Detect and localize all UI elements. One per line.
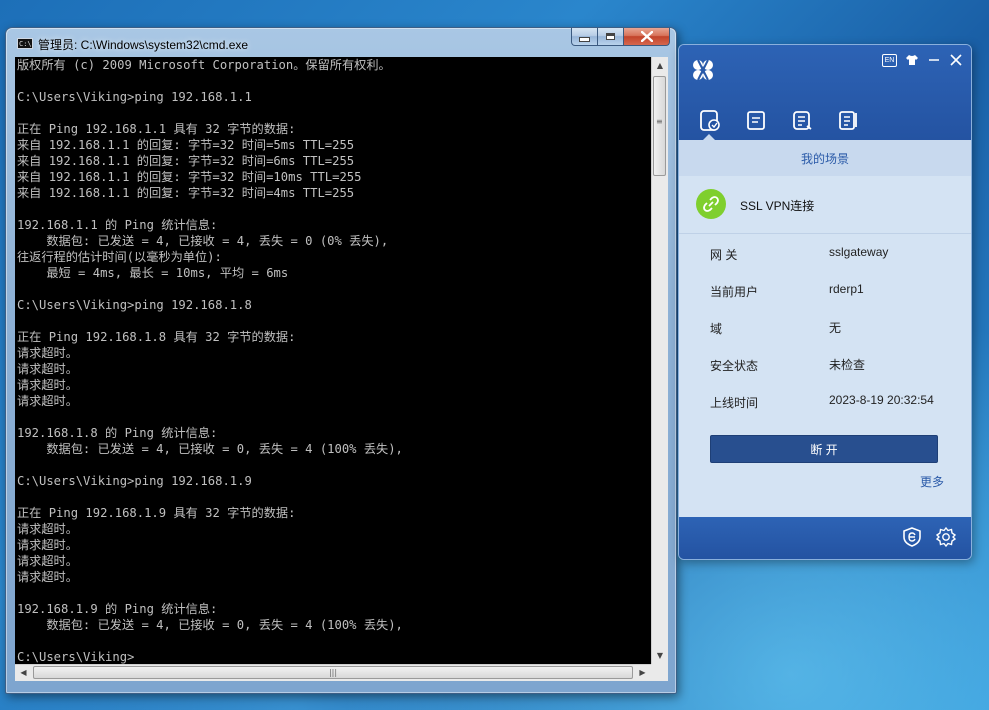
console-line: C:\Users\Viking>ping 192.168.1.9	[17, 474, 252, 488]
tab-resource-icon[interactable]	[743, 108, 769, 134]
console-line: 往返行程的估计时间(以毫秒为单位):	[17, 250, 222, 264]
console-line: 192.168.1.1 的 Ping 统计信息:	[17, 218, 218, 232]
connection-item[interactable]: SSL VPN连接	[679, 176, 971, 234]
scroll-right-icon[interactable]: ▶	[634, 665, 651, 681]
info-value: sslgateway	[829, 245, 889, 259]
cmd-window: C:\ 管理员: C:\Windows\system32\cmd.exe 版权所…	[5, 27, 677, 694]
console-line: 来自 192.168.1.1 的回复: 字节=32 时间=5ms TTL=255	[17, 138, 355, 152]
horizontal-scrollbar[interactable]: ◀ ||| ▶	[15, 664, 651, 681]
language-icon[interactable]: EN	[882, 53, 897, 67]
gear-icon[interactable]	[935, 526, 957, 548]
console-line: 请求超时。	[17, 378, 78, 392]
skin-icon[interactable]	[905, 53, 919, 67]
console-line: 请求超时。	[17, 522, 78, 536]
window-title: 管理员: C:\Windows\system32\cmd.exe	[38, 38, 249, 52]
info-key: 当前用户	[710, 285, 759, 299]
vpn-body: SSL VPN连接 网 关 sslgateway 当前用户 rderp1 域 无…	[679, 176, 971, 517]
tab-log-icon[interactable]	[835, 108, 861, 134]
info-value: 2023-8-19 20:32:54	[829, 393, 934, 407]
console-line: 数据包: 已发送 = 4, 已接收 = 4, 丢失 = 0 (0% 丢失),	[17, 234, 389, 248]
console-line: 来自 192.168.1.1 的回复: 字节=32 时间=4ms TTL=255	[17, 186, 355, 200]
tab-message-icon[interactable]	[789, 108, 815, 134]
console-line: 正在 Ping 192.168.1.1 具有 32 字节的数据:	[17, 122, 296, 136]
console-line: C:\Users\Viking>	[17, 650, 135, 664]
scroll-left-icon[interactable]: ◀	[15, 665, 32, 681]
maximize-button[interactable]	[598, 28, 624, 46]
console-line: 请求超时。	[17, 346, 78, 360]
tab-bar	[697, 108, 861, 134]
vpn-client-window: EN 我的场景 SSL VPN连接 网 关 sslgateway 当前用户 rd…	[678, 44, 972, 560]
console-output[interactable]: 版权所有 (c) 2009 Microsoft Corporation。保留所有…	[15, 57, 651, 664]
console-line: 192.168.1.9 的 Ping 统计信息:	[17, 602, 218, 616]
info-row-domain: 域 无	[679, 308, 971, 345]
info-key: 上线时间	[710, 396, 759, 410]
minimize-icon	[579, 37, 590, 42]
info-row-online-time: 上线时间 2023-8-19 20:32:54	[679, 382, 971, 419]
info-value: 无	[829, 321, 842, 335]
maximize-icon	[606, 33, 615, 40]
cmd-titlebar[interactable]: C:\ 管理员: C:\Windows\system32\cmd.exe	[6, 28, 676, 56]
vpn-logo-icon	[693, 59, 713, 81]
vpn-header[interactable]: EN	[679, 45, 971, 140]
scene-title-bar: 我的场景	[679, 140, 971, 177]
cmd-app-icon[interactable]: C:\	[17, 38, 33, 49]
console-line: 请求超时。	[17, 554, 78, 568]
console-line: 正在 Ping 192.168.1.8 具有 32 字节的数据:	[17, 330, 296, 344]
info-key: 网 关	[710, 248, 738, 262]
console-line: 最短 = 4ms, 最长 = 10ms, 平均 = 6ms	[17, 266, 289, 280]
tab-scene-icon[interactable]	[697, 108, 723, 134]
vertical-scrollbar[interactable]: ▲ ▼	[651, 57, 668, 664]
console-line: 数据包: 已发送 = 4, 已接收 = 0, 丢失 = 4 (100% 丢失),	[17, 442, 403, 456]
info-row-user: 当前用户 rderp1	[679, 271, 971, 308]
scene-title: 我的场景	[800, 152, 849, 166]
console-line: 请求超时。	[17, 538, 78, 552]
info-row-gateway: 网 关 sslgateway	[679, 234, 971, 271]
minimize-button[interactable]	[571, 28, 598, 46]
horizontal-scroll-thumb[interactable]: |||	[33, 666, 633, 679]
header-controls: EN	[882, 53, 963, 67]
console-line: 版权所有 (c) 2009 Microsoft Corporation。保留所有…	[17, 58, 391, 72]
console-line: 192.168.1.8 的 Ping 统计信息:	[17, 426, 218, 440]
link-icon	[696, 189, 726, 219]
scroll-corner	[651, 664, 668, 681]
console-line: 请求超时。	[17, 362, 78, 376]
info-key: 域	[710, 322, 723, 336]
console-line: 正在 Ping 192.168.1.9 具有 32 字节的数据:	[17, 506, 296, 520]
close-icon	[640, 31, 653, 42]
console-line: C:\Users\Viking>ping 192.168.1.8	[17, 298, 252, 312]
minimize-icon[interactable]	[927, 53, 941, 67]
vertical-scroll-thumb[interactable]	[653, 76, 666, 176]
console-line: 请求超时。	[17, 394, 78, 408]
shield-icon[interactable]	[901, 526, 923, 548]
console-line: 来自 192.168.1.1 的回复: 字节=32 时间=6ms TTL=255	[17, 154, 355, 168]
info-list: 网 关 sslgateway 当前用户 rderp1 域 无 安全状态 未检查 …	[679, 234, 971, 419]
info-value: 未检查	[829, 358, 866, 372]
info-value: rderp1	[829, 282, 864, 296]
info-row-security: 安全状态 未检查	[679, 345, 971, 382]
close-icon[interactable]	[949, 53, 963, 67]
scroll-down-icon[interactable]: ▼	[652, 647, 668, 664]
console-line: 来自 192.168.1.1 的回复: 字节=32 时间=10ms TTL=25…	[17, 170, 362, 184]
close-button[interactable]	[624, 28, 670, 46]
scroll-up-icon[interactable]: ▲	[652, 57, 668, 74]
disconnect-button[interactable]: 断 开	[710, 435, 938, 463]
more-link[interactable]: 更多	[920, 473, 944, 490]
vpn-footer	[679, 517, 971, 559]
console-line: 请求超时。	[17, 570, 78, 584]
window-controls	[571, 28, 670, 47]
console-line: 数据包: 已发送 = 4, 已接收 = 0, 丢失 = 4 (100% 丢失),	[17, 618, 403, 632]
connection-label: SSL VPN连接	[740, 199, 815, 213]
info-key: 安全状态	[710, 359, 759, 373]
console-line: C:\Users\Viking>ping 192.168.1.1	[17, 90, 252, 104]
